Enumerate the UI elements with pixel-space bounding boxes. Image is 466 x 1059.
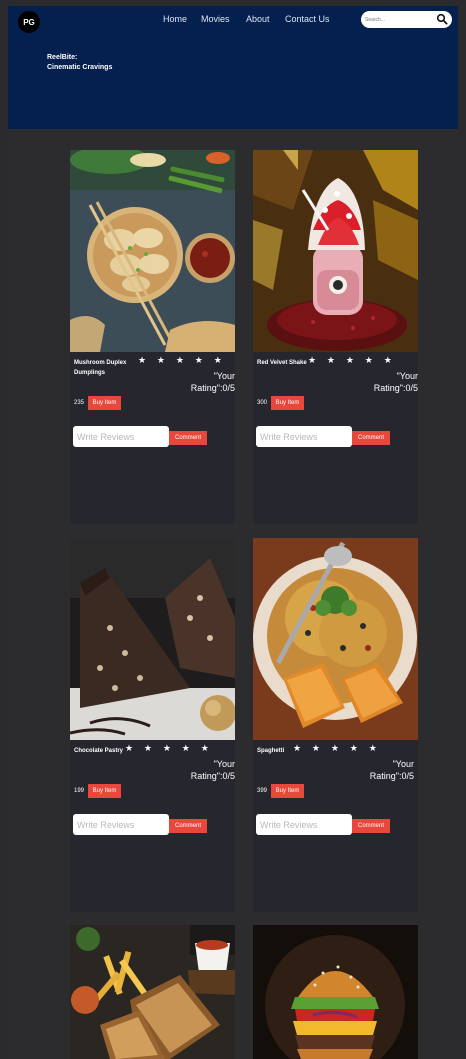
brand-line-2: Cinematic Cravings <box>47 64 113 71</box>
price: 235 <box>74 400 85 406</box>
rating-line-2: Rating":0/5 <box>373 383 418 393</box>
price: 199 <box>74 788 85 794</box>
food-image-dumplings <box>70 150 235 352</box>
food-card <box>70 925 235 1059</box>
comment-button[interactable]: Comment <box>352 431 390 445</box>
nav-movies[interactable]: Movies <box>201 14 230 24</box>
rating-line-1: "Your Rating":0/5 <box>369 759 414 781</box>
food-card <box>253 925 418 1059</box>
user-rating: "Your Rating":0/5 <box>363 370 418 394</box>
buy-item-button[interactable]: Buy Item <box>88 396 121 410</box>
buy-item-button[interactable]: Buy Item <box>88 784 121 798</box>
user-rating: "Your Rating":0/5 <box>180 758 235 782</box>
brand-line-1: ReelBite: <box>47 54 78 61</box>
food-card: Mushroom Duplex Dumplings ★ ★ ★ ★ ★ "You… <box>70 150 235 524</box>
food-image-burger <box>253 925 418 1059</box>
review-input[interactable] <box>256 814 352 835</box>
star-rating[interactable]: ★ ★ ★ ★ ★ <box>125 744 213 754</box>
food-image-spaghetti <box>253 538 418 740</box>
price: 300 <box>257 400 268 406</box>
comment-button[interactable]: Comment <box>169 431 207 445</box>
star-rating[interactable]: ★ ★ ★ ★ ★ <box>138 356 226 366</box>
rating-line-1: "Your <box>396 371 418 381</box>
review-input[interactable] <box>73 426 169 447</box>
food-card: Chocolate Pastry ★ ★ ★ ★ ★ "Your Rating"… <box>70 538 235 912</box>
comment-button[interactable]: Comment <box>169 819 207 833</box>
food-image-chocolate-pastry <box>70 538 235 740</box>
dish-name: Mushroom Duplex Dumplings <box>74 360 127 376</box>
nav-about[interactable]: About <box>246 14 270 24</box>
food-image-red-velvet-shake <box>253 150 418 352</box>
rating-line-1: "Your <box>213 371 235 381</box>
logo[interactable]: PG <box>18 11 40 33</box>
food-card: Spaghetti ★ ★ ★ ★ ★ "Your Rating":0/5 39… <box>253 538 418 912</box>
star-rating[interactable]: ★ ★ ★ ★ ★ <box>308 356 396 366</box>
rating-line-1: "Your <box>213 759 235 769</box>
food-card: Red Velvet Shake ★ ★ ★ ★ ★ "Your Rating"… <box>253 150 418 524</box>
page: PG Home Movies About Contact Us ReelBite… <box>8 6 458 1059</box>
user-rating: "Your Rating":0/5 <box>348 758 414 782</box>
search-box <box>361 11 452 28</box>
review-input[interactable] <box>73 814 169 835</box>
site-header: PG Home Movies About Contact Us ReelBite… <box>8 6 458 129</box>
star-rating[interactable]: ★ ★ ★ ★ ★ <box>293 744 381 754</box>
rating-line-2: Rating":0/5 <box>190 771 235 781</box>
buy-item-button[interactable]: Buy Item <box>271 784 304 798</box>
search-icon[interactable] <box>436 13 448 25</box>
buy-item-button[interactable]: Buy Item <box>271 396 304 410</box>
nav-home[interactable]: Home <box>163 14 187 24</box>
review-input[interactable] <box>256 426 352 447</box>
comment-button[interactable]: Comment <box>352 819 390 833</box>
price: 399 <box>257 788 268 794</box>
user-rating: "Your Rating":0/5 <box>180 370 235 394</box>
nav-contact-us[interactable]: Contact Us <box>285 14 330 24</box>
search-input[interactable] <box>365 13 431 26</box>
brand-title: ReelBite: Cinematic Cravings <box>47 53 112 73</box>
food-image-sandwich-fries <box>70 925 235 1059</box>
rating-line-2: Rating":0/5 <box>190 383 235 393</box>
